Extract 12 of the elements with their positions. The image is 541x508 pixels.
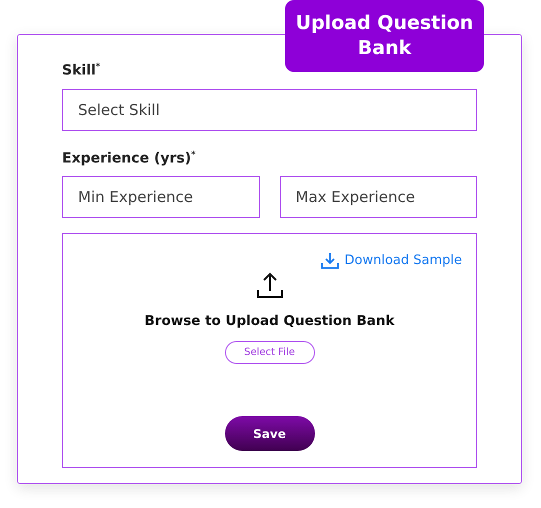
download-sample-link[interactable]: Download Sample [320,252,462,270]
experience-label: Experience (yrs)$^{*}$ [62,148,196,166]
upload-prompt: Browse to Upload Question Bank [144,313,394,330]
title-badge: Upload Question Bank [285,0,484,72]
skill-label: Skill$^{*}$ [62,61,100,79]
upload-icon [256,271,284,300]
select-file-button[interactable]: Select File [224,341,314,364]
save-button[interactable]: Save [224,416,314,452]
skill-field[interactable]: Select Skill [62,88,477,131]
download-icon [320,252,338,270]
experience-field[interactable]: Min Experience [62,176,260,218]
experience-field[interactable]: Max Experience [280,176,477,218]
